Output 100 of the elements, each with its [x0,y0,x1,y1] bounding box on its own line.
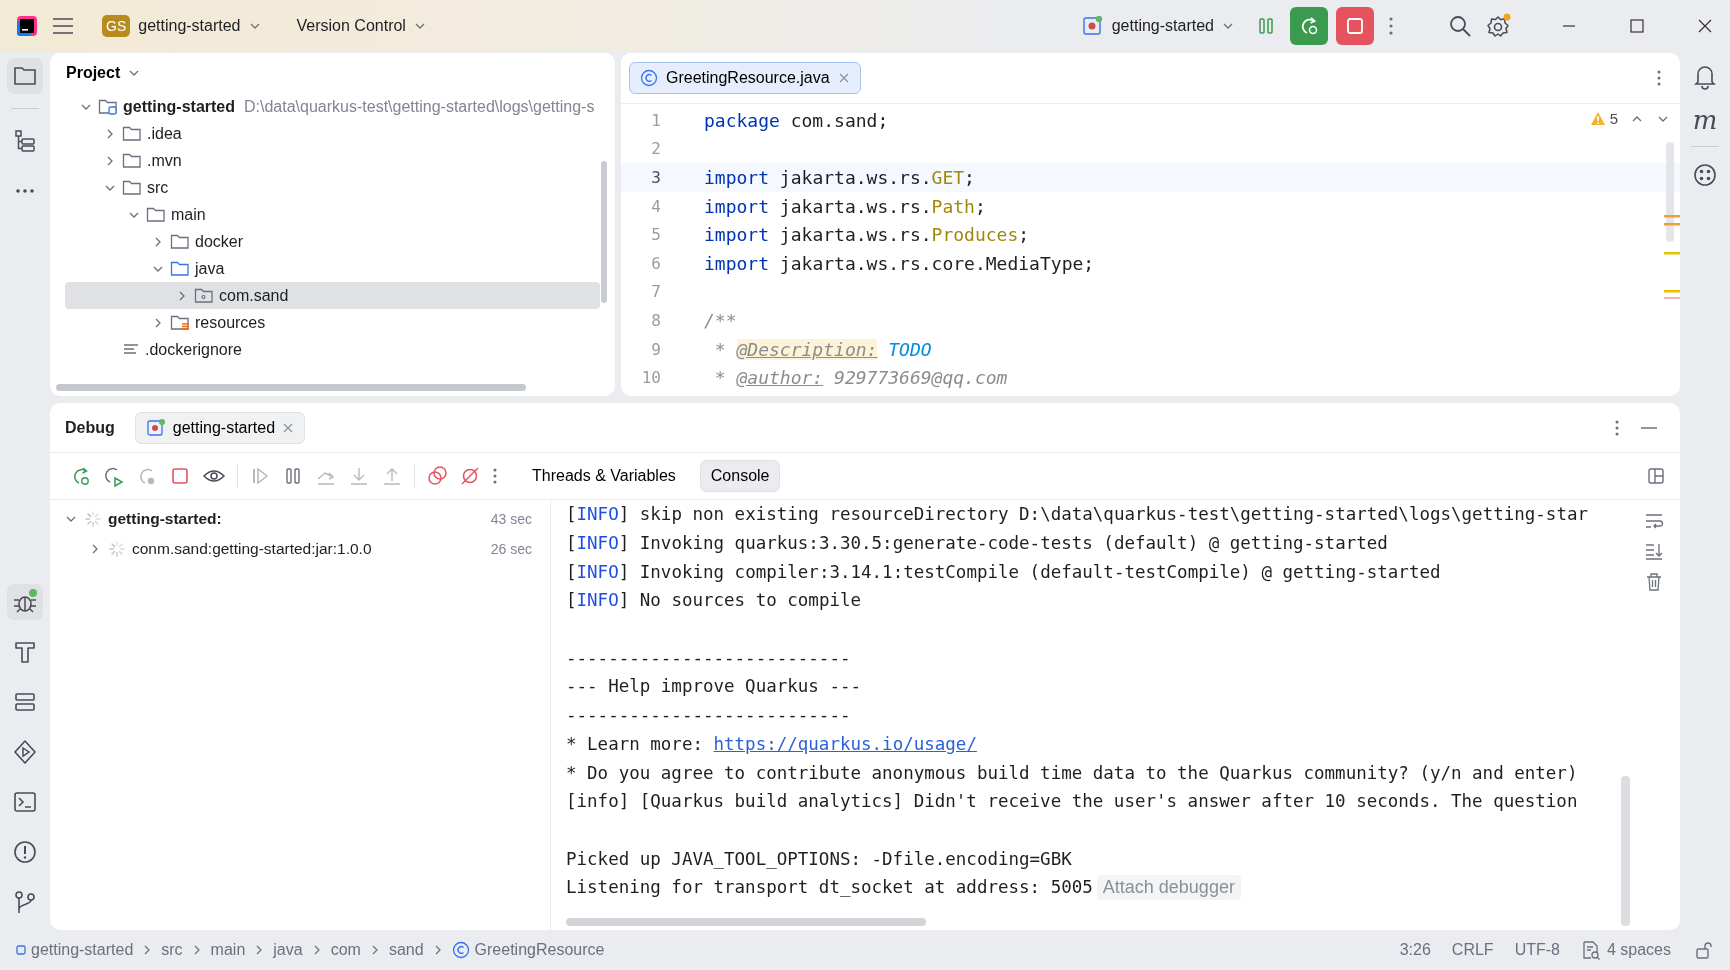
warning-icon [1589,111,1606,126]
breadcrumb[interactable]: java [273,941,303,959]
maven-tool-button[interactable]: m [1692,104,1718,136]
tree-item-label: resources [195,313,266,332]
line-separator[interactable]: CRLF [1451,941,1494,959]
more-icon[interactable] [1614,418,1620,437]
close-icon[interactable] [1698,19,1712,33]
class-icon [640,69,658,87]
module-icon [16,945,26,955]
breadcrumb[interactable]: main [210,941,246,959]
maximize-icon[interactable] [1630,19,1644,33]
tree-item[interactable]: getting-started D:\data\quarkus-test\getting-started\logs\getting-s [65,93,600,120]
code-line: import jakarta.ws.rs.core.MediaType; [704,252,1095,274]
folder-icon[interactable] [7,58,43,94]
breadcrumb[interactable]: getting-started [16,941,134,959]
folder-icon [146,206,166,223]
log-level: INFO [576,590,619,611]
stop-icon[interactable] [169,465,191,487]
more-icon[interactable] [1388,16,1394,36]
line-number: 5 [650,225,661,245]
tree-item-label: .idea [147,124,182,143]
log-level: INFO [576,533,619,554]
tree-item[interactable]: .dockerignore [65,336,600,363]
lock-icon[interactable] [1694,940,1714,960]
tree-item-label: .mvn [147,151,182,170]
scroll-to-end-icon[interactable] [1644,542,1664,560]
project-view-selector[interactable]: Project [58,60,149,86]
layout-icon[interactable] [1647,467,1665,485]
breadcrumb[interactable]: GreetingResource [451,941,605,959]
class-icon [451,941,470,959]
trash-icon[interactable] [1645,572,1663,592]
code-line: * @author: 929773669@qq.com [713,367,1008,389]
folder-icon [122,179,142,196]
debug-config-icon [1081,15,1104,37]
tree-item[interactable]: com.sand [65,282,600,309]
editor-tab[interactable]: GreetingResource.java [629,62,861,94]
caret-position[interactable]: 3:26 [1399,941,1431,959]
console-text: ] skip non existing resourceDirectory D:\data\quarkus-test\getting-started\logs\getting-star [618,504,1588,525]
version-control-menu[interactable]: Version Control [288,13,434,39]
view-tab[interactable]: Console [699,460,781,492]
tree-item[interactable]: java [65,255,600,282]
tree-item-label: docker [195,232,244,251]
scrollbar[interactable] [601,161,607,303]
elapsed-time: 43 sec [490,511,532,527]
thread-item[interactable]: getting-started: 43 sec [50,504,550,534]
module-folder-icon [98,98,118,115]
more-icon[interactable] [492,467,498,485]
line-number: 9 [650,339,661,359]
package-folder-icon [194,287,214,304]
tree-item-label: main [171,205,206,224]
usage-link[interactable]: https://quarkus.io/usage/ [713,733,977,754]
line-number: 3 [650,168,661,187]
minimize-icon[interactable] [1640,425,1658,430]
run-configuration-selector[interactable]: getting-started [1073,11,1242,41]
tree-item[interactable]: .mvn [65,147,600,174]
tree-item[interactable]: main [65,201,600,228]
search-icon[interactable] [1448,14,1472,38]
bug-icon[interactable] [7,584,43,620]
code-line: * @Description: TODO [713,338,932,360]
breadcrumb[interactable]: sand [388,941,424,959]
breadcrumb[interactable]: src [161,941,183,959]
console-text: * Learn more: [566,733,704,754]
scrollbar[interactable] [1666,142,1674,242]
code-line: import jakarta.ws.rs.Path; [704,195,986,217]
line-number: 4 [650,196,661,216]
breadcrumb[interactable]: com [330,941,361,959]
spinner-icon [108,540,126,558]
thread-item[interactable]: conm.sand:getting-started:jar:1.0.0 26 sec [50,534,550,564]
breakpoints-icon[interactable] [426,465,448,487]
tree-item[interactable]: resources [65,309,600,336]
mute-breakpoints-icon[interactable] [459,465,481,487]
project-switcher[interactable]: GS getting-started [94,11,269,41]
warning-count[interactable]: 5 [1589,110,1618,127]
folder-icon [170,233,190,250]
scrollbar[interactable] [56,384,526,391]
log-level: INFO [576,504,619,525]
stop-icon [1345,16,1365,36]
code-line: import jakarta.ws.rs.Produces; [704,224,1030,246]
spinner-icon [84,510,102,528]
project-badge: GS [102,15,131,37]
menu-icon[interactable] [52,17,74,35]
scrollbar[interactable] [1621,776,1630,926]
thread-label: conm.sand:getting-started:jar:1.0.0 [132,540,372,558]
file-encoding[interactable]: UTF-8 [1514,941,1560,959]
rerun-tests-icon[interactable] [103,465,125,487]
console-text: [info] [Quarkus build analytics] Didn't receive the user's answer after 10 seconds. The question [566,791,1578,812]
indent-setting[interactable]: 4 spaces [1580,940,1671,960]
soft-wrap-icon[interactable] [1644,512,1664,530]
tree-item[interactable]: .idea [65,120,600,147]
elapsed-time: 26 sec [490,541,532,557]
indent-icon [1580,940,1601,960]
scrollbar[interactable] [566,918,926,926]
tree-item[interactable]: docker [65,228,600,255]
session-tab[interactable]: getting-started [134,411,306,444]
more-icon[interactable] [1656,69,1662,87]
stop-button[interactable] [1336,7,1374,45]
settings-icon[interactable] [1486,13,1512,39]
view-tab[interactable]: Threads & Variables [521,460,687,492]
rerun-debug-button[interactable] [1290,7,1328,45]
tree-item[interactable]: src [65,174,600,201]
